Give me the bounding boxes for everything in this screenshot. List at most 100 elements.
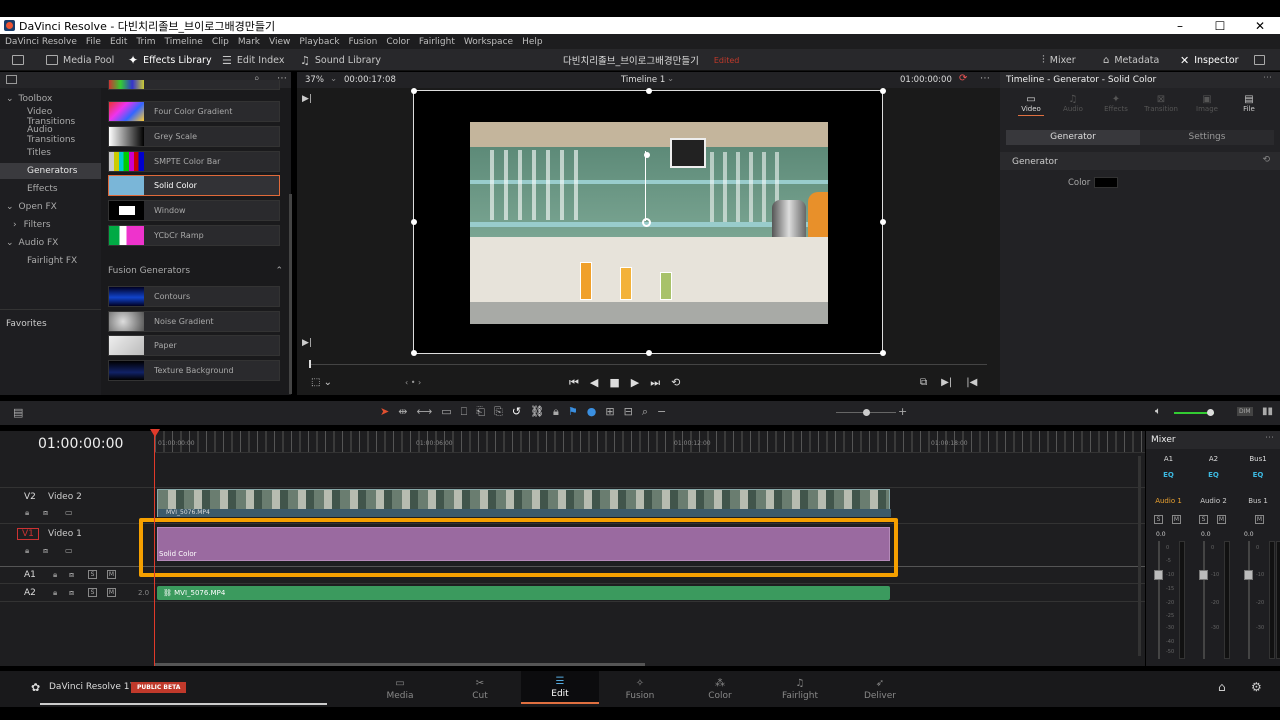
track-name[interactable]: Video 1 xyxy=(48,529,82,539)
tab-video[interactable]: ▭ Video xyxy=(1018,94,1044,116)
video-canvas[interactable] xyxy=(411,88,886,356)
eq-button[interactable]: EQ xyxy=(1146,471,1191,479)
more-options-icon[interactable]: ⋯ xyxy=(1263,73,1272,83)
mute-button[interactable]: M xyxy=(107,588,116,597)
auto-select-icon[interactable]: ⧈ xyxy=(69,570,74,580)
clip-a2-audio[interactable]: ⛓ MVI_5076.MP4 xyxy=(157,586,890,600)
effect-item-four-color-gradient[interactable]: Four Color Gradient xyxy=(108,101,280,122)
page-cut[interactable]: ✂ Cut xyxy=(441,671,519,704)
prev-edit-icon[interactable]: |◀ xyxy=(966,377,977,388)
anchor-point[interactable] xyxy=(642,218,651,227)
jog-control[interactable]: ‹ • › xyxy=(405,378,421,387)
lock-icon[interactable]: 🔒︎ xyxy=(25,508,29,518)
skip-start-icon[interactable]: ⏮ xyxy=(569,376,579,390)
blade-tool-icon[interactable]: ▭ xyxy=(441,405,451,419)
play-icon[interactable]: ▶ xyxy=(631,376,639,390)
zoom-in-icon[interactable]: + xyxy=(898,405,907,418)
minimize-button[interactable]: – xyxy=(1160,19,1200,33)
tab-file[interactable]: ▤ File xyxy=(1236,94,1262,113)
media-pool-button[interactable]: Media Pool xyxy=(46,49,114,71)
close-button[interactable]: ✕ xyxy=(1240,19,1280,33)
lock-icon[interactable]: 🔒︎ xyxy=(25,546,29,556)
transform-tool-icon[interactable]: ⬚ ⌄ xyxy=(311,377,332,388)
effects-library-button[interactable]: ✦ Effects Library xyxy=(128,49,212,71)
toolbox-item-titles[interactable]: Titles xyxy=(0,145,101,161)
tab-audio[interactable]: ♫ Audio xyxy=(1060,94,1086,113)
effect-item-smpte-color-bar[interactable]: SMPTE Color Bar xyxy=(108,151,280,172)
sync-icon[interactable]: ⟳ xyxy=(959,73,967,84)
toolbox-item-open-fx[interactable]: ⌄ Open FX xyxy=(0,199,101,215)
track-name[interactable]: Video 2 xyxy=(48,492,82,502)
transform-handle[interactable] xyxy=(880,350,886,356)
volume-slider-thumb[interactable] xyxy=(1207,409,1214,416)
subtab-generator[interactable]: Generator xyxy=(1006,130,1140,145)
next-edit-icon[interactable]: ▶| xyxy=(941,377,952,388)
timeline-scrollbar[interactable] xyxy=(155,663,645,666)
timeline-vertical-scrollbar[interactable] xyxy=(1138,456,1141,656)
menu-fairlight[interactable]: Fairlight xyxy=(419,37,455,47)
track-id-v1-patch[interactable]: V1 xyxy=(17,528,39,540)
menu-edit[interactable]: Edit xyxy=(110,37,127,47)
fader-track[interactable] xyxy=(1203,541,1205,659)
page-fairlight[interactable]: ♫ Fairlight xyxy=(761,671,839,704)
page-color[interactable]: ⁂ Color xyxy=(681,671,759,704)
mark-out-icon[interactable]: ▶| xyxy=(302,338,312,348)
fader-track[interactable] xyxy=(1248,541,1250,659)
toolbox-item-toolbox[interactable]: ⌄ Toolbox xyxy=(0,91,101,107)
eq-button[interactable]: EQ xyxy=(1236,471,1280,479)
favorites-header[interactable]: Favorites xyxy=(0,316,101,332)
play-reverse-icon[interactable]: ◀ xyxy=(590,376,598,390)
solo-button[interactable]: S xyxy=(88,570,97,579)
subtab-settings[interactable]: Settings xyxy=(1140,130,1274,145)
zoom-level[interactable]: 37% xyxy=(305,75,324,85)
toolbox-item-fairlight-fx[interactable]: Fairlight FX xyxy=(0,253,101,269)
eq-button[interactable]: EQ xyxy=(1191,471,1236,479)
lock-icon[interactable]: 🔒︎ xyxy=(53,570,57,580)
page-edit[interactable]: ☰ Edit xyxy=(521,671,599,704)
track-visibility-icon[interactable]: ▭ xyxy=(65,508,73,517)
inspector-button[interactable]: ✕ Inspector xyxy=(1180,49,1239,71)
toolbox-item-audio-transitions[interactable]: Audio Transitions xyxy=(0,125,101,145)
auto-select-icon[interactable]: ⧈ xyxy=(69,588,74,598)
toolbox-item-audio-fx[interactable]: ⌄ Audio FX xyxy=(0,235,101,251)
layout-icon[interactable]: ▤ xyxy=(13,406,23,419)
toolbox-item-filters[interactable]: › Filters xyxy=(0,217,101,233)
effect-item-grey-scale[interactable]: Grey Scale xyxy=(108,126,280,147)
mute-button[interactable]: M xyxy=(1255,515,1264,524)
meters-icon[interactable]: ▮▮ xyxy=(1262,406,1273,417)
timeline-name[interactable]: Timeline 1 xyxy=(621,75,665,85)
zoom-slider-thumb[interactable] xyxy=(863,409,870,416)
volume-icon[interactable]: 🔈︎ xyxy=(1155,406,1161,417)
zoom-custom-icon[interactable]: ⌕ xyxy=(642,405,648,419)
trim-tool-icon[interactable]: ⇹ xyxy=(398,405,407,419)
marker-icon[interactable]: ● xyxy=(587,405,597,419)
reset-icon[interactable]: ⟲ xyxy=(1262,155,1270,165)
sound-library-button[interactable]: ♫ Sound Library xyxy=(300,49,381,71)
transform-handle[interactable] xyxy=(646,350,652,356)
metadata-button[interactable]: ⌂ Metadata xyxy=(1103,49,1159,71)
color-swatch[interactable] xyxy=(1094,177,1118,188)
playhead-marker[interactable] xyxy=(150,429,160,437)
menu-mark[interactable]: Mark xyxy=(238,37,260,47)
toolbox-item-effects[interactable]: Effects xyxy=(0,181,101,197)
clip-v2-video[interactable]: MVI_5076.MP4 xyxy=(157,489,891,517)
effect-item-ycbcr-ramp[interactable]: YCbCr Ramp xyxy=(108,225,280,246)
fader-thumb[interactable] xyxy=(1199,570,1208,580)
chevron-down-icon[interactable]: ⌄ xyxy=(330,74,337,84)
viewer-scrubber[interactable] xyxy=(309,364,987,365)
home-icon[interactable]: ⌂ xyxy=(1218,680,1226,694)
transform-handle[interactable] xyxy=(411,88,417,94)
menu-workspace[interactable]: Workspace xyxy=(464,37,513,47)
page-deliver[interactable]: ➶ Deliver xyxy=(841,671,919,704)
selection-tool-icon[interactable]: ➤ xyxy=(380,405,389,419)
toolbox-item-generators[interactable]: Generators xyxy=(0,163,101,179)
dim-button[interactable]: DIM xyxy=(1237,407,1253,416)
stop-icon[interactable]: ■ xyxy=(609,376,619,390)
auto-select-icon[interactable]: ⧈ xyxy=(43,508,48,518)
snapping-icon[interactable]: ↺ xyxy=(512,405,521,419)
sidebar-icon[interactable] xyxy=(6,75,17,84)
lock-icon[interactable]: 🔒︎ xyxy=(53,588,57,598)
timeline-ruler[interactable] xyxy=(155,431,1145,453)
flag-icon[interactable]: ⚑ xyxy=(568,405,578,419)
lock-icon[interactable]: 🔒︎ xyxy=(553,405,559,419)
